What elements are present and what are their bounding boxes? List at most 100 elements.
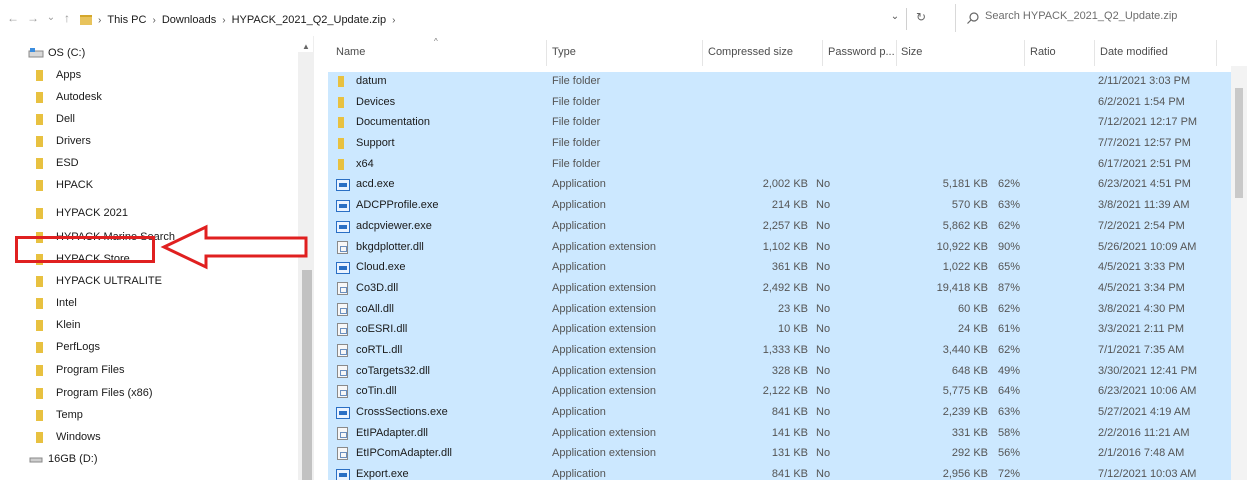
file-row[interactable]: Devices File folder 6/2/2021 1:54 PM (328, 92, 1231, 114)
file-size: 5,862 KB (942, 219, 988, 232)
nav-folder-item[interactable]: HPACK (36, 174, 93, 196)
nav-folder-item[interactable]: Autodesk (36, 86, 102, 108)
nav-scrollbar-thumb[interactable] (302, 270, 312, 480)
column-divider[interactable] (702, 40, 703, 66)
file-row[interactable]: coTargets32.dll Application extension 328 … (328, 361, 1231, 383)
nav-folder-item[interactable]: Program Files (x86) (36, 382, 153, 404)
file-password-protected: No (816, 426, 831, 439)
file-compressed-size: 23 KB (778, 302, 808, 315)
file-ratio: 62% (998, 302, 1021, 315)
search-input[interactable] (985, 10, 1235, 22)
chevron-right-icon[interactable]: › (392, 15, 395, 26)
column-divider[interactable] (1216, 40, 1217, 66)
nav-folder-label: HPACK (56, 179, 94, 191)
file-row[interactable]: Export.exe Application 841 KB No 2,956 KB 72%… (328, 465, 1231, 480)
file-row[interactable]: Cloud.exe Application 361 KB No 1,022 KB 65% 4… (328, 258, 1231, 279)
nav-folder-item[interactable]: Intel (36, 292, 77, 314)
file-name: Support (356, 137, 395, 150)
file-type: File folder (552, 75, 601, 87)
nav-folder-label: Dell (56, 113, 75, 125)
file-name: x64 (356, 157, 374, 170)
nav-folder-item[interactable]: Klein (36, 314, 80, 336)
file-row[interactable]: ADCPProfile.exe Application 214 KB No 570 KB… (328, 196, 1231, 217)
file-row[interactable]: CrossSections.exe Application 841 KB No 2,23… (328, 403, 1231, 424)
file-compressed-size: 841 KB (771, 468, 808, 480)
column-header-date-modified[interactable]: Date modified (1100, 46, 1168, 58)
nav-folder-item[interactable]: Dell (36, 108, 75, 130)
nav-folder-item[interactable]: PerfLogs (36, 336, 100, 358)
file-row[interactable]: coTin.dll Application extension 2,122 KB No… (328, 382, 1231, 403)
file-compressed-size: 214 KB (771, 199, 808, 212)
column-header-ratio[interactable]: Ratio (1030, 46, 1056, 58)
search-box[interactable] (955, 4, 1247, 32)
folder-icon (36, 319, 43, 331)
file-row[interactable]: bkgdplotter.dll Application extension 1,10… (328, 237, 1231, 259)
file-row[interactable]: EtIPComAdapter.dll Application extension 1… (328, 444, 1231, 466)
column-header-type[interactable]: Type (552, 46, 576, 58)
file-row[interactable]: datum File folder 2/11/2021 3:03 PM (328, 72, 1231, 93)
file-type: Application extension (552, 323, 656, 336)
chevron-right-icon: › (222, 14, 226, 26)
address-dropdown-icon[interactable]: ⌄ (888, 11, 902, 27)
breadcrumb[interactable]: › This PC › Downloads › HYPACK_2021_Q2_U… (80, 12, 395, 28)
nav-folder-item[interactable]: ESD (36, 152, 79, 174)
file-type: Application (552, 468, 606, 480)
file-list-scrollbar-thumb[interactable] (1235, 88, 1243, 198)
column-divider[interactable] (546, 40, 547, 66)
nav-folder-item[interactable]: Program Files (36, 359, 124, 381)
file-row[interactable]: Documentation File folder 7/12/2021 12:17 … (328, 113, 1231, 135)
up-arrow-icon[interactable]: ↑ (60, 10, 74, 26)
nav-folder-item-hypack-2021[interactable]: HYPACK 2021 (36, 202, 128, 224)
column-header-name[interactable]: Name (336, 46, 365, 58)
column-divider[interactable] (1024, 40, 1025, 66)
scroll-up-arrow-icon[interactable]: ▲ (302, 42, 310, 51)
recent-locations-chevron-icon[interactable]: ⌄ (44, 10, 58, 26)
column-divider[interactable] (1094, 40, 1095, 66)
nav-folder-item[interactable]: HYPACK ULTRALITE (36, 270, 162, 292)
forward-arrow-icon[interactable]: → (26, 10, 40, 26)
nav-folder-label: Intel (56, 297, 77, 309)
nav-folder-item[interactable]: Temp (36, 404, 83, 426)
file-ratio: 58% (998, 426, 1021, 439)
file-password-protected: No (816, 447, 831, 460)
column-divider[interactable] (896, 40, 897, 66)
file-ratio: 56% (998, 447, 1021, 460)
nav-drive-c[interactable]: OS (C:) (28, 42, 85, 64)
file-name: acd.exe (356, 178, 395, 191)
file-row[interactable]: coESRI.dll Application extension 10 KB No 24… (328, 320, 1231, 341)
file-row[interactable]: Support File folder 7/7/2021 12:57 PM (328, 134, 1231, 155)
file-ratio: 62% (998, 343, 1021, 356)
file-row[interactable]: adcpviewer.exe Application 2,257 KB No 5,862… (328, 216, 1231, 238)
breadcrumb-this-pc[interactable]: This PC (107, 14, 146, 26)
nav-drive-d[interactable]: 16GB (D:) (28, 448, 98, 470)
file-row[interactable]: Co3D.dll Application extension 2,492 KB No 1… (328, 278, 1231, 300)
nav-folder-item[interactable]: Apps (36, 64, 81, 86)
file-compressed-size: 328 KB (771, 364, 808, 377)
file-date-modified: 7/7/2021 12:57 PM (1098, 137, 1191, 150)
nav-folder-item[interactable]: Windows (36, 426, 101, 448)
file-row[interactable]: x64 File folder 6/17/2021 2:51 PM (328, 154, 1231, 176)
column-divider[interactable] (822, 40, 823, 66)
file-row[interactable]: acd.exe Application 2,002 KB No 5,181 KB 62% 6… (328, 175, 1231, 197)
annotation-arrow-icon (160, 224, 308, 270)
breadcrumb-downloads[interactable]: Downloads (162, 14, 216, 26)
column-header-compressed-size[interactable]: Compressed size (708, 46, 793, 58)
column-header-password[interactable]: Password p... (828, 46, 895, 58)
folder-icon (36, 297, 43, 309)
file-row[interactable]: coAll.dll Application extension 23 KB No 60 … (328, 299, 1231, 321)
file-size: 60 KB (958, 302, 988, 315)
column-header-size[interactable]: Size (901, 46, 922, 58)
file-row[interactable]: EtIPAdapter.dll Application extension 141 … (328, 423, 1231, 445)
refresh-icon[interactable]: ↻ (914, 10, 928, 26)
nav-folder-label: HYPACK ULTRALITE (56, 275, 162, 287)
file-compressed-size: 131 KB (771, 447, 808, 460)
folder-icon (338, 158, 344, 170)
file-row[interactable]: coRTL.dll Application extension 1,333 KB No… (328, 340, 1231, 362)
back-arrow-icon[interactable]: ← (6, 10, 20, 26)
breadcrumb-zip[interactable]: HYPACK_2021_Q2_Update.zip (232, 14, 387, 26)
file-ratio: 87% (998, 281, 1021, 294)
file-date-modified: 2/2/2016 11:21 AM (1098, 426, 1190, 439)
nav-folder-item[interactable]: Drivers (36, 130, 91, 152)
file-date-modified: 7/12/2021 10:03 AM (1098, 468, 1197, 480)
file-name: coTin.dll (356, 385, 397, 398)
